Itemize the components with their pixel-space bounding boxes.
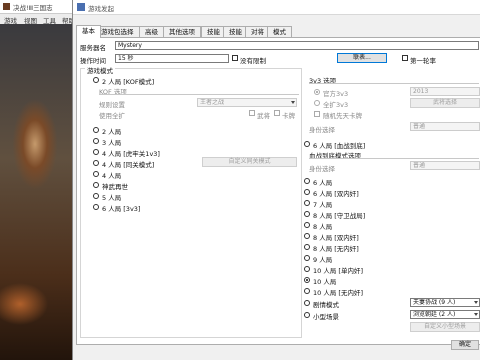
tab-package-select[interactable]: 游戏包选择 <box>95 26 140 37</box>
mode-radio-6p-3v3[interactable] <box>93 204 99 210</box>
kof-cards-label: 卡牌 <box>282 112 295 120</box>
lobby-button[interactable]: 联表... <box>337 53 387 63</box>
mode-radio-8p-no-spy[interactable] <box>304 244 310 250</box>
mode-label-5p: 5 人局 <box>102 194 122 202</box>
mode-label-shenwu: 神武再世 <box>102 183 128 191</box>
v3-identity-label: 身份选择 <box>309 126 335 134</box>
basic-tab-panel: 服务器名 Mystery 操作时间 15 秒 没有限制 联表... 第一轮率 游… <box>76 37 480 345</box>
kof-cards-checkbox[interactable] <box>274 110 280 116</box>
mode-radio-small-scene[interactable] <box>304 312 310 318</box>
mode-radio-4p-hulao[interactable] <box>93 149 99 155</box>
mode-radio-10p-single-spy[interactable] <box>304 266 310 272</box>
game-mode-group-title: 游戏模式 <box>85 65 115 75</box>
scenario-dropdown[interactable]: 夫妻协战 (9 人) <box>410 298 480 307</box>
start-game-dialog: 游戏发起 基本 游戏包选择 高级 其他选项 技能 技能 对将 模式 服务器名 M… <box>72 0 480 360</box>
small-scene-dropdown[interactable]: 浏览朝廷 (2 人) <box>410 310 480 319</box>
v3-random-label: 随机先天卡牌 <box>323 112 362 120</box>
mode-label-4p: 4 人局 <box>102 172 122 180</box>
mode-label-8p: 8 人局 <box>313 223 333 231</box>
server-name-input[interactable]: Mystery <box>115 41 479 50</box>
tab-basic[interactable]: 基本 <box>76 25 101 38</box>
mode-label-4p-hulao: 4 人局 [虎牢关1v3] <box>102 150 160 158</box>
mode-radio-kof[interactable] <box>93 77 99 83</box>
mode-label-8p-double-spy: 8 人局 [双内奸] <box>313 234 359 242</box>
mode-radio-6p[interactable] <box>304 178 310 184</box>
first-round-label: 第一轮率 <box>410 57 436 65</box>
custom-scene-button[interactable]: 自定义小型场景 <box>410 322 480 332</box>
mode-radio-6p-blood[interactable] <box>304 141 310 147</box>
mode-label-10p-no-spy: 10 人局 [无内奸] <box>313 289 363 297</box>
blood-identity-dropdown[interactable]: 普通 <box>410 161 480 170</box>
ok-button[interactable]: 确定 <box>451 340 479 350</box>
kof-divider <box>99 94 299 95</box>
custom-hegemony-button[interactable]: 自定义同关模式 <box>202 157 297 167</box>
mode-label-3p: 3 人局 <box>102 139 122 147</box>
op-time-label: 操作时间 <box>80 57 106 65</box>
mode-radio-5p[interactable] <box>93 193 99 199</box>
no-limit-label: 没有限制 <box>240 57 266 65</box>
kof-generals-checkbox[interactable] <box>249 110 255 116</box>
v3-divider <box>309 83 479 84</box>
v3-official-radio[interactable] <box>314 89 320 95</box>
app-icon <box>3 3 10 10</box>
server-name-label: 服务器名 <box>80 44 106 52</box>
mode-label-6p-double-spy: 6 人局 [双内奸] <box>313 190 359 198</box>
kof-rule-dropdown[interactable]: 王者之战 <box>197 98 297 107</box>
mode-radio-10p[interactable] <box>304 277 310 283</box>
tab-modes[interactable]: 模式 <box>267 26 292 37</box>
mode-label-6p: 6 人局 <box>313 179 333 187</box>
mode-radio-10p-no-spy[interactable] <box>304 288 310 294</box>
mode-radio-4p-tongguan[interactable] <box>93 160 99 166</box>
kof-rule-label: 规则设置 <box>99 101 125 109</box>
v3-identity-dropdown[interactable]: 普通 <box>410 122 480 131</box>
dialog-title: 游戏发起 <box>88 5 114 13</box>
v3-official-label: 官方3v3 <box>323 90 349 98</box>
v3-extended-radio[interactable] <box>314 100 320 106</box>
mode-label-8p-guard: 8 人局 [守卫战局] <box>313 212 366 220</box>
mode-label-9p: 9 人局 <box>313 256 333 264</box>
dialog-icon <box>77 3 85 11</box>
tab-other-options[interactable]: 其他选项 <box>163 26 201 37</box>
mode-radio-9p[interactable] <box>304 255 310 261</box>
mode-radio-7p[interactable] <box>304 200 310 206</box>
mode-radio-scenario[interactable] <box>304 300 310 306</box>
mode-label-10p-single-spy: 10 人局 [单内奸] <box>313 267 363 275</box>
mode-radio-shenwu[interactable] <box>93 182 99 188</box>
main-window-title: 决战!Ⅲ三国志 <box>13 4 53 12</box>
v3-extended-label: 全扩3v3 <box>323 101 349 109</box>
mode-label-6p-blood: 6 人局 [血战到底] <box>313 142 366 150</box>
blood-identity-label: 身份选择 <box>309 165 335 173</box>
op-time-spinbox[interactable]: 15 秒 <box>115 54 229 63</box>
mode-label-10p: 10 人局 <box>313 278 337 286</box>
mode-label-6p-3v3: 6 人局 [3v3] <box>102 205 141 213</box>
mode-radio-8p[interactable] <box>304 222 310 228</box>
mode-radio-8p-guard[interactable] <box>304 211 310 217</box>
mode-label-7p: 7 人局 <box>313 201 333 209</box>
tab-advanced[interactable]: 高级 <box>139 26 164 37</box>
mode-radio-4p[interactable] <box>93 171 99 177</box>
mode-radio-3p[interactable] <box>93 138 99 144</box>
v3-official-dropdown[interactable]: 2013 <box>410 87 480 96</box>
kof-expand-label: 使用全扩 <box>99 112 125 120</box>
mode-label-4p-tongguan: 4 人局 [同关模式] <box>102 161 155 169</box>
mode-radio-8p-double-spy[interactable] <box>304 233 310 239</box>
v3-random-checkbox[interactable] <box>314 111 320 117</box>
mode-radio-6p-double-spy[interactable] <box>304 189 310 195</box>
tab-bar: 基本 游戏包选择 高级 其他选项 技能 技能 对将 模式 <box>73 25 480 38</box>
mode-label-small-scene: 小型场景 <box>313 313 339 321</box>
first-round-checkbox[interactable] <box>402 55 408 61</box>
blood-divider <box>309 158 479 159</box>
mode-label-2p: 2 人局 <box>102 128 122 136</box>
mode-radio-2p[interactable] <box>93 127 99 133</box>
game-artwork <box>0 24 72 360</box>
mode-label-8p-no-spy: 8 人局 [无内奸] <box>313 245 359 253</box>
mode-label-scenario: 剧情模式 <box>313 301 339 309</box>
v3-general-select-button[interactable]: 武将选择 <box>410 98 480 108</box>
no-limit-checkbox[interactable] <box>232 55 238 61</box>
kof-generals-label: 武将 <box>257 112 270 120</box>
dialog-titlebar: 游戏发起 <box>73 0 480 15</box>
mode-label-kof: 2 人局 [KOF模式] <box>102 78 155 86</box>
